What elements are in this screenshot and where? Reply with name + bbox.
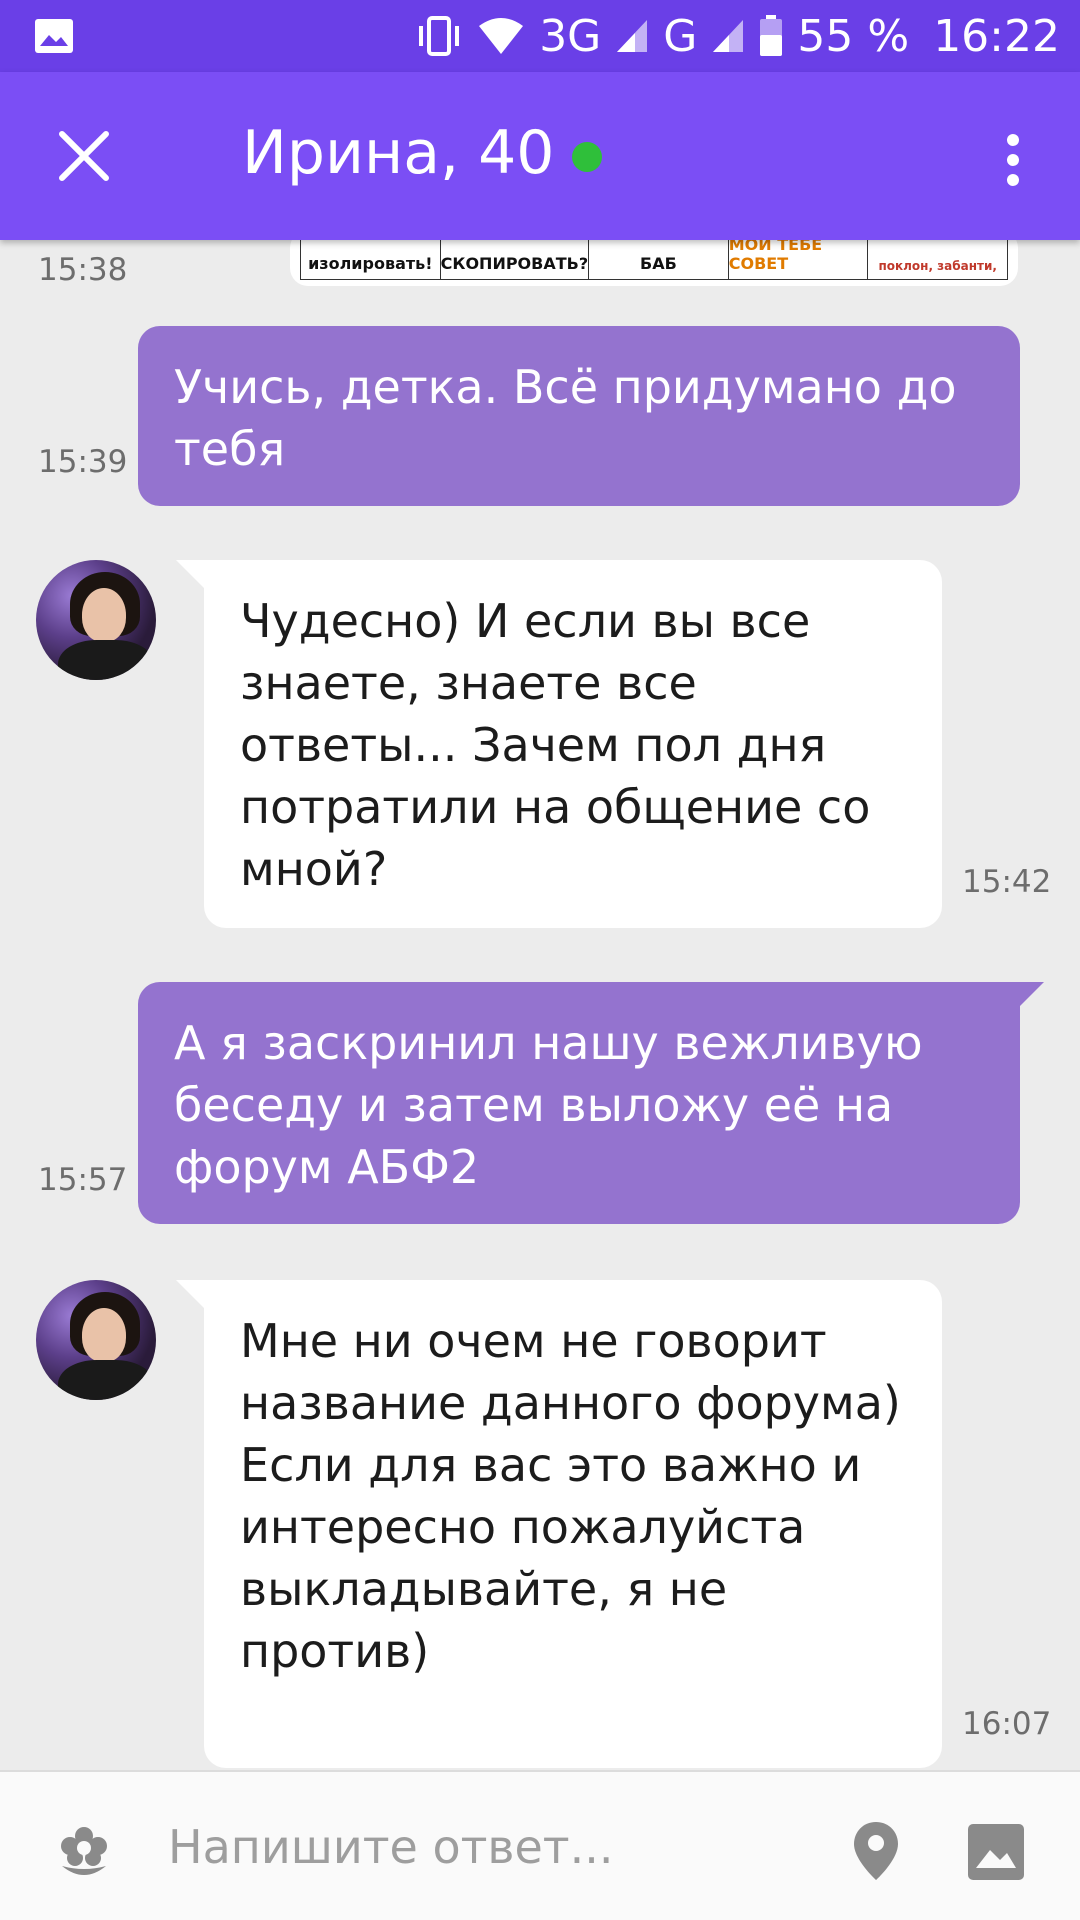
incoming-message[interactable]: Мне ни очем не говорит название данного … [204,1280,942,1768]
message-time: 15:42 [962,864,1052,900]
signal-icon [615,18,649,54]
network-type-g: G [663,10,698,62]
clock: 16:22 [933,10,1060,62]
network-type-3g: 3G [539,10,602,62]
location-pin-icon[interactable] [852,1820,900,1882]
message-text: Учись, детка. Всё придумано до тебя [174,360,957,476]
image-cell: МОЙ ТЕБЕ СОВЕТ [729,240,869,279]
app-bar: Ирина, 40 [0,72,1080,240]
message-input[interactable] [168,1772,808,1920]
vibrate-icon [415,16,463,56]
image-cell: изолировать! [301,240,441,279]
online-status-dot [572,142,602,172]
image-attach-icon[interactable] [966,1822,1026,1882]
message-text: Чудесно) И если вы все знаете, знаете вс… [240,594,871,896]
battery-icon [759,15,783,57]
flower-icon[interactable] [54,1822,114,1882]
image-cell: БАБ [589,240,729,279]
outgoing-message[interactable]: А я заскринил нашу вежливую беседу и зат… [138,982,1020,1224]
more-options-icon[interactable] [998,128,1028,192]
chat-title[interactable]: Ирина, 40 [242,118,554,188]
image-notification-icon [34,18,74,54]
message-time: 15:57 [38,1162,128,1198]
image-cell: СКОПИРОВАТЬ? [441,240,590,279]
bubble-tail [1020,982,1044,1006]
message-time: 15:39 [38,444,128,480]
bubble-tail [176,1280,206,1310]
battery-percent: 55 % [797,10,910,62]
wifi-icon [477,16,525,56]
avatar[interactable] [36,560,156,680]
avatar[interactable] [36,1280,156,1400]
chat-messages[interactable]: изолировать! СКОПИРОВАТЬ? БАБ МОЙ ТЕБЕ С… [0,240,1080,1770]
close-icon[interactable] [52,124,116,188]
message-time: 15:38 [38,252,128,288]
message-text: А я заскринил нашу вежливую беседу и зат… [174,1016,923,1194]
bubble-tail [176,560,206,590]
status-bar: 3G G 55 % 16:22 [0,0,1080,72]
image-cell: поклон, забанти, [878,259,997,273]
message-time: 16:07 [962,1706,1052,1742]
message-text: Мне ни очем не говорит название данного … [240,1314,901,1678]
image-message-preview[interactable]: изолировать! СКОПИРОВАТЬ? БАБ МОЙ ТЕБЕ С… [290,240,1018,286]
signal-icon-2 [711,18,745,54]
outgoing-message[interactable]: Учись, детка. Всё придумано до тебя [138,326,1020,506]
composer-bar [0,1770,1080,1920]
incoming-message[interactable]: Чудесно) И если вы все знаете, знаете вс… [204,560,942,928]
